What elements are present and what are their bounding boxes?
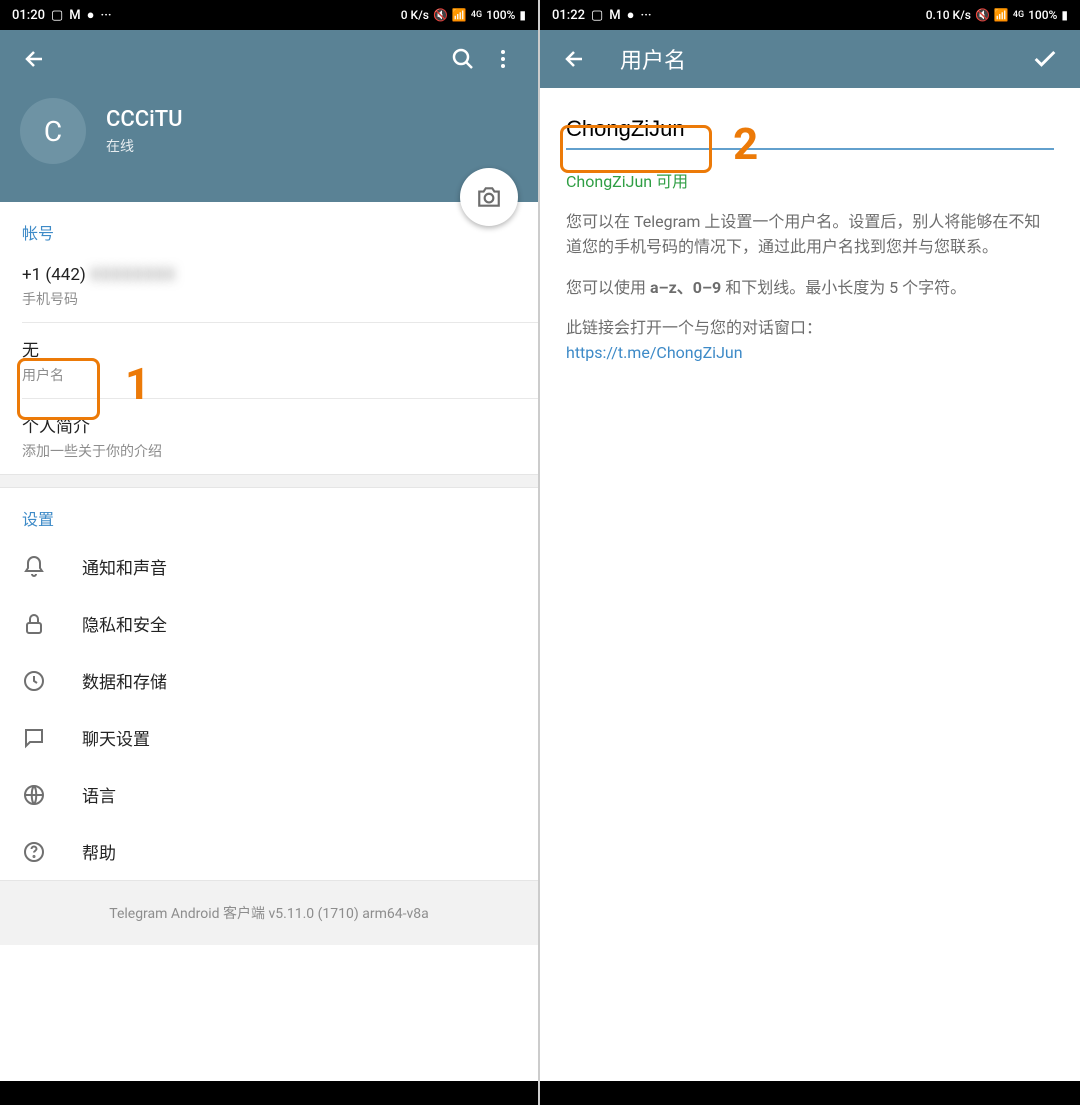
picture-icon: ▢ bbox=[591, 8, 603, 23]
username-label: 用户名 bbox=[22, 365, 516, 385]
back-button[interactable] bbox=[15, 39, 55, 79]
battery-percent: 100% bbox=[486, 8, 515, 22]
more-menu-button[interactable] bbox=[483, 39, 523, 79]
search-button[interactable] bbox=[443, 39, 483, 79]
settings-item-privacy[interactable]: 隐私和安全 bbox=[0, 595, 538, 652]
account-section-header: 帐号 bbox=[0, 202, 538, 252]
phone-hidden: XXXXXXXX bbox=[90, 265, 175, 285]
username-description-1: 您可以在 Telegram 上设置一个用户名。设置后，别人将能够在不知道您的手机… bbox=[540, 202, 1080, 268]
mute-icon: 🔇 bbox=[975, 8, 990, 22]
appbar-title: 用户名 bbox=[620, 43, 1025, 75]
status-time: 01:22 bbox=[552, 8, 585, 23]
wifi-icon: 📶 bbox=[994, 8, 1009, 22]
back-button[interactable] bbox=[555, 39, 595, 79]
battery-percent: 100% bbox=[1028, 8, 1057, 22]
battery-icon: ▮ bbox=[519, 8, 526, 22]
globe-icon bbox=[22, 783, 46, 807]
phone-item[interactable]: +1 (442) XXXXXXXX 手机号码 bbox=[0, 252, 538, 322]
android-nav-bar bbox=[540, 1081, 1080, 1105]
status-time: 01:20 bbox=[12, 8, 45, 23]
settings-item-data[interactable]: 数据和存储 bbox=[0, 652, 538, 709]
bell-icon bbox=[22, 555, 46, 579]
username-availability: ChongZiJun 可用 bbox=[540, 158, 1080, 202]
profile-status: 在线 bbox=[106, 136, 183, 156]
username-link[interactable]: https://t.me/ChongZiJun bbox=[566, 343, 743, 362]
confirm-button[interactable] bbox=[1025, 39, 1065, 79]
network-speed: 0 K/s bbox=[401, 8, 429, 22]
mail-icon: M bbox=[69, 8, 80, 23]
status-bar: 01:22 ▢ M ● ··· 0.10 K/s 🔇 📶 4G 100% ▮ bbox=[540, 0, 1080, 30]
battery-icon: ▮ bbox=[1061, 8, 1068, 22]
network-speed: 0.10 K/s bbox=[926, 8, 971, 22]
more-vertical-icon bbox=[491, 47, 515, 71]
more-icon: ··· bbox=[101, 8, 112, 23]
screen-username: 01:22 ▢ M ● ··· 0.10 K/s 🔇 📶 4G 100% ▮ 用… bbox=[540, 0, 1080, 1105]
phone-value: +1 (442) XXXXXXXX bbox=[22, 265, 516, 285]
status-bar: 01:20 ▢ M ● ··· 0 K/s 🔇 📶 4G 100% ▮ bbox=[0, 0, 538, 30]
settings-item-chat[interactable]: 聊天设置 bbox=[0, 709, 538, 766]
chat-icon bbox=[22, 726, 46, 750]
back-arrow-icon bbox=[563, 47, 587, 71]
screen-profile: 01:20 ▢ M ● ··· 0 K/s 🔇 📶 4G 100% ▮ C bbox=[0, 0, 540, 1105]
camera-fab[interactable] bbox=[460, 168, 518, 226]
phone-label: 手机号码 bbox=[22, 289, 516, 309]
username-input-row bbox=[540, 88, 1080, 158]
check-icon bbox=[1031, 45, 1059, 73]
search-icon bbox=[451, 47, 475, 71]
camera-icon bbox=[476, 184, 502, 210]
username-input[interactable] bbox=[566, 110, 1054, 150]
help-icon bbox=[22, 840, 46, 864]
profile-header: C CCCiTU 在线 bbox=[0, 88, 538, 202]
settings-item-notifications[interactable]: 通知和声音 bbox=[0, 538, 538, 595]
settings-item-language[interactable]: 语言 bbox=[0, 766, 538, 823]
lock-icon bbox=[22, 612, 46, 636]
username-description-2: 您可以使用 a–z、0–9 和下划线。最小长度为 5 个字符。 bbox=[540, 268, 1080, 309]
app-bar: 用户名 bbox=[540, 30, 1080, 88]
app-bar bbox=[0, 30, 538, 88]
bio-label: 添加一些关于你的介绍 bbox=[22, 441, 516, 461]
wifi-icon: 📶 bbox=[452, 8, 467, 22]
signal-icon: 4G bbox=[471, 10, 482, 20]
settings-section-header: 设置 bbox=[0, 488, 538, 538]
bio-value: 个人简介 bbox=[22, 412, 516, 437]
profile-name: CCCiTU bbox=[106, 107, 183, 132]
mail-icon: M bbox=[609, 8, 620, 23]
username-description-3: 此链接会打开一个与您的对话窗口： https://t.me/ChongZiJun bbox=[540, 308, 1080, 374]
hangouts-icon: ● bbox=[87, 7, 95, 23]
clock-icon bbox=[22, 669, 46, 693]
avatar[interactable]: C bbox=[20, 98, 86, 164]
android-nav-bar bbox=[0, 1081, 538, 1105]
hangouts-icon: ● bbox=[627, 7, 635, 23]
picture-icon: ▢ bbox=[51, 8, 63, 23]
username-item[interactable]: 无 用户名 bbox=[0, 323, 538, 398]
back-arrow-icon bbox=[23, 47, 47, 71]
section-gap bbox=[0, 474, 538, 488]
username-value: 无 bbox=[22, 336, 516, 361]
more-icon: ··· bbox=[641, 8, 652, 23]
settings-item-help[interactable]: 帮助 bbox=[0, 823, 538, 880]
mute-icon: 🔇 bbox=[433, 8, 448, 22]
version-footer: Telegram Android 客户端 v5.11.0 (1710) arm6… bbox=[0, 880, 538, 945]
bio-item[interactable]: 个人简介 添加一些关于你的介绍 bbox=[0, 399, 538, 474]
signal-icon: 4G bbox=[1013, 10, 1024, 20]
